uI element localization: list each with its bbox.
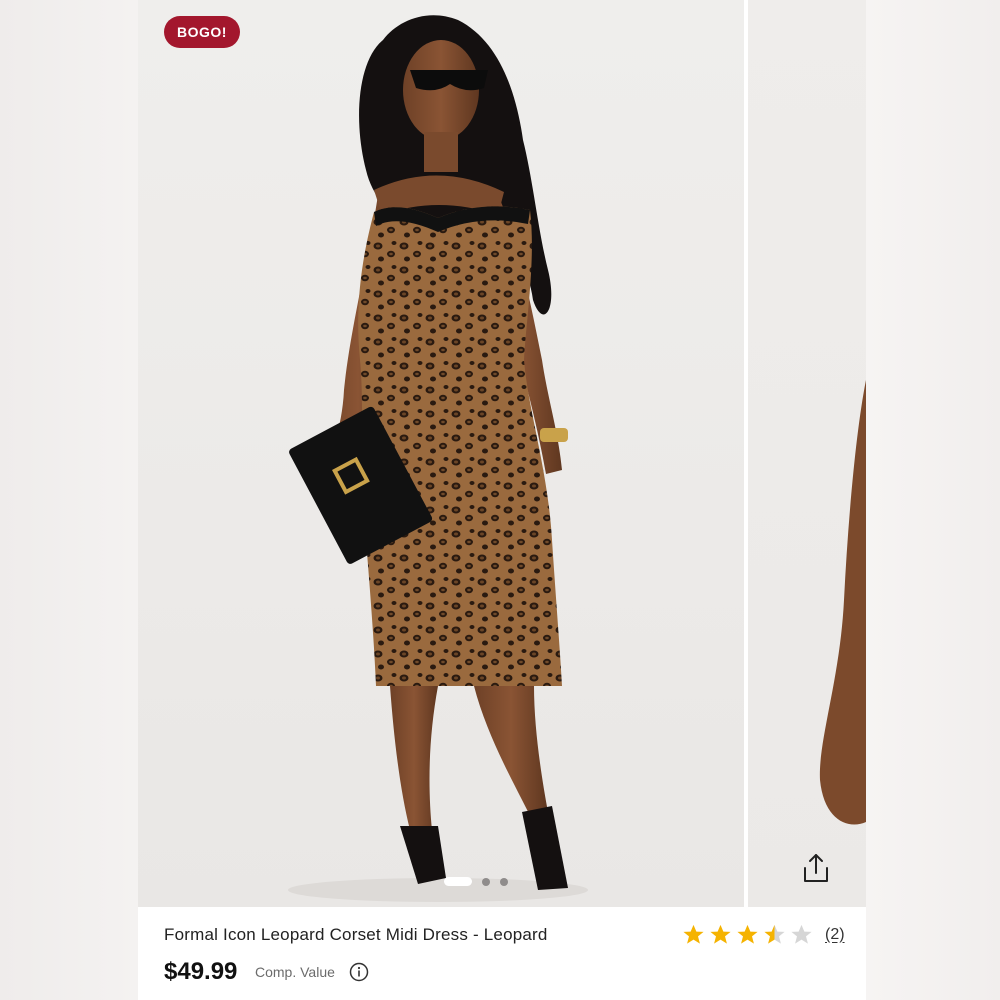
star-half-icon — [764, 924, 785, 944]
product-price: $49.99 — [164, 958, 238, 985]
star-icon — [683, 924, 704, 944]
background-left — [0, 0, 138, 1000]
product-image-main[interactable]: BOGO! — [138, 0, 744, 907]
pagination-dot[interactable] — [482, 877, 490, 886]
page: BOGO! Formal Icon Leopard Corset Midi Dr… — [0, 0, 1000, 1000]
share-button[interactable] — [798, 850, 834, 886]
pagination-dot-active[interactable] — [444, 877, 472, 886]
comp-value-label: Comp. Value — [255, 964, 335, 980]
star-icon — [737, 924, 758, 944]
product-title[interactable]: Formal Icon Leopard Corset Midi Dress - … — [164, 925, 548, 945]
carousel-pagination[interactable] — [444, 877, 508, 886]
product-info: Formal Icon Leopard Corset Midi Dress - … — [138, 907, 866, 1000]
rating-stars[interactable]: (2) — [682, 923, 845, 946]
share-icon — [804, 854, 828, 882]
info-icon[interactable] — [349, 962, 369, 982]
model-photo — [288, 15, 588, 902]
product-image-next[interactable] — [748, 0, 866, 907]
star-icon — [710, 924, 731, 944]
pagination-dot[interactable] — [500, 877, 508, 886]
background-right — [866, 0, 1000, 1000]
star-empty-icon — [791, 924, 812, 944]
model-photo-peek — [819, 380, 866, 825]
review-count-link[interactable]: (2) — [825, 926, 845, 944]
bogo-badge: BOGO! — [164, 16, 240, 48]
image-carousel[interactable]: BOGO! — [138, 0, 866, 907]
product-card: BOGO! Formal Icon Leopard Corset Midi Dr… — [138, 0, 866, 1000]
